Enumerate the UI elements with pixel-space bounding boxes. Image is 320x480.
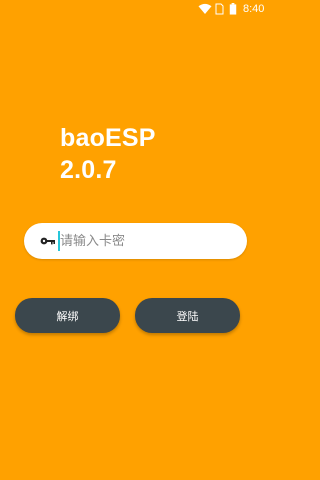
app-name: baoESP <box>60 124 156 152</box>
sim-card-icon <box>215 3 224 15</box>
status-bar: 8:40 <box>0 0 270 18</box>
unbind-button[interactable]: 解绑 <box>15 298 120 333</box>
login-button[interactable]: 登陆 <box>135 298 240 333</box>
card-key-field[interactable] <box>24 223 247 259</box>
card-key-input[interactable] <box>60 229 230 253</box>
battery-icon <box>229 3 237 15</box>
wifi-icon <box>198 3 212 14</box>
key-icon <box>40 237 55 245</box>
app-title: baoESP 2.0.7 <box>60 122 156 186</box>
app-version: 2.0.7 <box>60 156 117 184</box>
status-time: 8:40 <box>243 3 265 15</box>
